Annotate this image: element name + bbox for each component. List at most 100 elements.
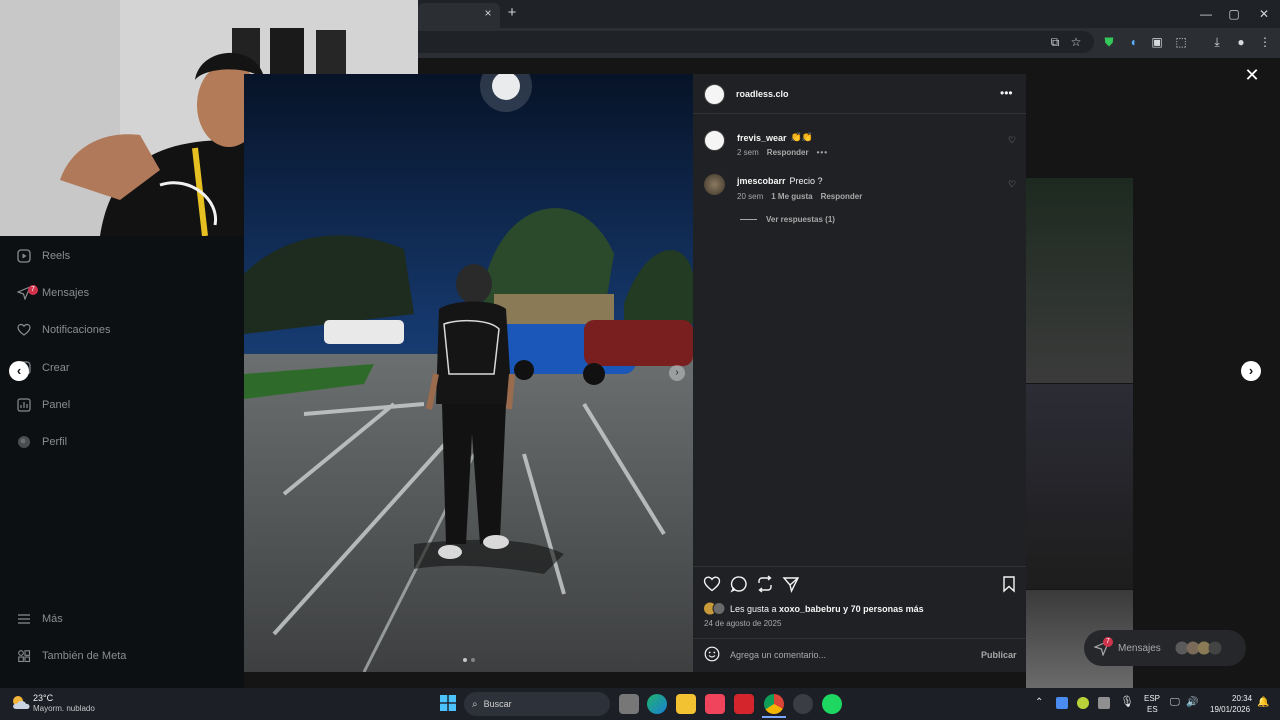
spotify-icon[interactable] bbox=[822, 694, 842, 714]
comment-icon[interactable] bbox=[730, 575, 748, 593]
new-tab-button[interactable]: + bbox=[504, 5, 520, 21]
like-icon[interactable] bbox=[703, 575, 721, 593]
sidebar-item-create[interactable]: Crear bbox=[16, 355, 226, 381]
tray-chevron-icon[interactable]: ⌃ bbox=[1035, 697, 1043, 708]
save-icon[interactable] bbox=[1000, 575, 1018, 593]
amd-software-icon[interactable] bbox=[734, 694, 754, 714]
sidebar-item-label: Crear bbox=[42, 362, 70, 374]
sidebar-item-profile[interactable]: Perfil bbox=[16, 429, 226, 455]
commenter-avatar[interactable] bbox=[704, 130, 725, 151]
heart-icon bbox=[16, 322, 32, 338]
reply-button[interactable]: Responder bbox=[767, 148, 809, 157]
messages-icon: 7 bbox=[1093, 637, 1113, 657]
view-replies-link[interactable]: Ver respuestas (1) bbox=[766, 215, 835, 224]
extensions-icon[interactable]: ⬚ bbox=[1172, 33, 1190, 51]
tab-close-button[interactable]: × bbox=[480, 5, 496, 21]
clock-date[interactable]: 19/01/2026 bbox=[1210, 705, 1250, 714]
network-icon[interactable]: 🖵 bbox=[1170, 697, 1180, 708]
clock-time[interactable]: 20:34 bbox=[1232, 694, 1252, 703]
address-bar[interactable] bbox=[418, 31, 1094, 53]
tray-app-icon[interactable] bbox=[1077, 697, 1089, 709]
close-modal-icon[interactable]: ✕ bbox=[1243, 66, 1261, 84]
minimize-button[interactable]: — bbox=[1192, 4, 1220, 24]
weather-icon[interactable] bbox=[10, 693, 32, 711]
menu-icon bbox=[16, 611, 32, 627]
previous-post-icon[interactable]: ‹ bbox=[9, 361, 29, 381]
task-view-icon[interactable] bbox=[619, 694, 639, 714]
liked-by-user[interactable]: xoxo_babebru bbox=[779, 604, 841, 614]
likes-prefix: Les gusta a bbox=[730, 604, 780, 614]
active-app-indicator bbox=[762, 716, 786, 718]
sidebar-item-meta[interactable]: También de Meta bbox=[16, 643, 226, 669]
bookmark-star-icon[interactable]: ☆ bbox=[1067, 33, 1085, 51]
language-code[interactable]: ESP bbox=[1144, 694, 1160, 703]
likes-summary[interactable]: Les gusta a xoxo_babebru y 70 personas m… bbox=[730, 604, 924, 614]
maximize-button[interactable]: ▢ bbox=[1220, 4, 1248, 24]
volume-icon[interactable]: 🔊 bbox=[1186, 697, 1198, 708]
comment-like-icon[interactable]: ♡ bbox=[1008, 135, 1016, 146]
comment-username[interactable]: jmescobarr bbox=[737, 176, 786, 186]
sidebar-item-more[interactable]: Más bbox=[16, 606, 226, 632]
comment: frevis_wear 👏👏 bbox=[737, 132, 813, 143]
comment-age: 2 sem bbox=[737, 148, 759, 157]
keyboard-layout[interactable]: ES bbox=[1147, 705, 1158, 714]
share-icon[interactable] bbox=[782, 575, 800, 594]
post-author[interactable]: roadless.clo bbox=[736, 89, 789, 99]
search-icon: ⌕ bbox=[472, 698, 478, 710]
comment-meta: 2 sem Responder ••• bbox=[737, 148, 828, 157]
profile-icon bbox=[16, 434, 32, 450]
sidebar-item-label: También de Meta bbox=[42, 650, 127, 662]
audio-extension-icon[interactable]: ◖ bbox=[1124, 33, 1142, 51]
messages-badge: 7 bbox=[28, 285, 38, 295]
sidebar-item-notifications[interactable]: Notificaciones bbox=[16, 317, 226, 343]
close-window-button[interactable]: ✕ bbox=[1250, 4, 1278, 24]
chrome-icon[interactable] bbox=[764, 694, 784, 714]
obs-icon[interactable] bbox=[793, 694, 813, 714]
comment-text: Precio ? bbox=[789, 176, 823, 186]
reader-extension-icon[interactable]: ▣ bbox=[1148, 33, 1166, 51]
comment-likes[interactable]: 1 Me gusta bbox=[771, 192, 812, 201]
sidebar-item-reels[interactable]: Reels bbox=[16, 243, 226, 269]
install-app-icon[interactable]: ⧉ bbox=[1046, 33, 1064, 51]
next-post-icon[interactable]: › bbox=[1241, 361, 1261, 381]
profile-avatar-icon[interactable]: ● bbox=[1232, 33, 1250, 51]
microphone-icon[interactable]: 🎙 bbox=[1120, 695, 1134, 708]
emoji-icon[interactable] bbox=[704, 646, 720, 662]
carousel-next-icon[interactable]: › bbox=[669, 365, 685, 381]
comment-input[interactable]: Agrega un comentario... bbox=[730, 650, 826, 660]
panel-divider bbox=[693, 113, 1026, 114]
publish-button[interactable]: Publicar bbox=[981, 650, 1017, 660]
background-thumbnail bbox=[1026, 178, 1133, 383]
commenter-avatar[interactable] bbox=[704, 174, 725, 195]
windows-start-icon[interactable] bbox=[440, 695, 456, 711]
repost-icon[interactable] bbox=[756, 575, 774, 593]
comment-text: 👏👏 bbox=[790, 132, 813, 142]
comment-meta: 20 sem 1 Me gusta Responder bbox=[737, 192, 862, 201]
weather-temp[interactable]: 23°C bbox=[33, 693, 53, 703]
comment-username[interactable]: frevis_wear bbox=[737, 133, 787, 143]
floating-messages-button[interactable]: 7 Mensajes bbox=[1084, 630, 1246, 666]
tray-app-icon[interactable] bbox=[1098, 697, 1110, 709]
tray-app-icon[interactable] bbox=[1056, 697, 1068, 709]
music-app-icon[interactable] bbox=[705, 694, 725, 714]
file-explorer-icon[interactable] bbox=[676, 694, 696, 714]
weather-desc[interactable]: Mayorm. nublado bbox=[33, 704, 95, 713]
sidebar-item-messages[interactable]: 7 Mensajes bbox=[16, 280, 226, 306]
taskbar-search[interactable]: ⌕ Buscar bbox=[464, 692, 610, 716]
sidebar-item-panel[interactable]: Panel bbox=[16, 392, 226, 418]
author-avatar[interactable] bbox=[704, 84, 725, 105]
more-options-icon[interactable]: ••• bbox=[1000, 86, 1013, 100]
browser-menu-icon[interactable]: ⋮ bbox=[1256, 33, 1274, 51]
notification-bell-icon[interactable]: 🔔 bbox=[1257, 697, 1269, 708]
likes-suffix: y 70 personas más bbox=[840, 604, 924, 614]
shield-extension-icon[interactable]: ⛊ bbox=[1100, 33, 1118, 51]
taskbar-search-label: Buscar bbox=[483, 699, 512, 709]
grid-icon bbox=[16, 648, 32, 664]
comment-more-icon[interactable]: ••• bbox=[817, 148, 828, 157]
sidebar-item-label: Mensajes bbox=[42, 287, 90, 299]
edge-icon[interactable] bbox=[647, 694, 667, 714]
comment-like-icon[interactable]: ♡ bbox=[1008, 179, 1016, 190]
downloads-icon[interactable]: ⤓ bbox=[1208, 33, 1226, 51]
panel-divider bbox=[693, 566, 1026, 567]
reply-button[interactable]: Responder bbox=[821, 192, 863, 201]
